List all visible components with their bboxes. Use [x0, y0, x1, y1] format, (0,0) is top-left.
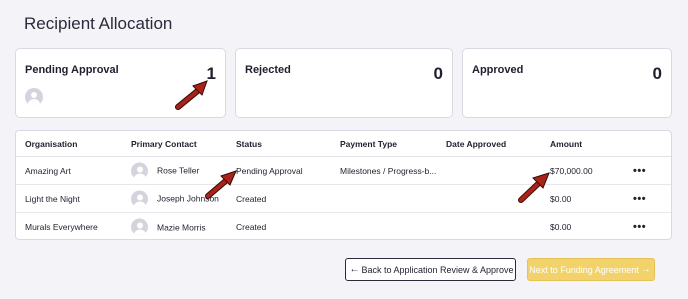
column-header-organisation[interactable]: Organisation: [25, 139, 77, 149]
contact-name: Rose Teller: [157, 165, 200, 176]
back-button-label: Back to Application Review & Approve: [361, 264, 514, 275]
avatar-icon: [131, 162, 148, 179]
back-to-review-button[interactable]: ← Back to Application Review & Approve: [345, 258, 516, 281]
avatar-icon: [131, 218, 148, 236]
card-label: Pending Approval: [25, 64, 119, 76]
column-header-status[interactable]: Status: [236, 139, 262, 149]
row-actions-menu-icon[interactable]: •••: [633, 165, 646, 177]
table-row[interactable]: Light the Night Joseph Johnson Created $…: [16, 185, 671, 213]
card-label: Rejected: [245, 64, 291, 76]
contact-cell: Joseph Johnson: [131, 190, 219, 207]
next-to-funding-agreement-button[interactable]: Next to Funding Agreement →: [527, 258, 655, 281]
contact-name: Mazie Morris: [157, 222, 206, 232]
row-actions-menu-icon[interactable]: •••: [633, 221, 646, 233]
status-cell: Created: [236, 222, 267, 232]
avatar-icon: [131, 190, 148, 207]
amount-cell: $0.00: [550, 222, 572, 232]
payment-type-cell: Milestones / Progress-b...: [340, 165, 437, 176]
card-count: 0: [433, 64, 443, 83]
next-button-label: Next to Funding Agreement: [529, 264, 639, 275]
table-row[interactable]: Amazing Art Rose Teller Pending Approval…: [16, 157, 671, 185]
column-header-primary-contact[interactable]: Primary Contact: [131, 139, 197, 149]
card-label: Approved: [472, 64, 524, 76]
arrow-right-icon: →: [640, 264, 651, 275]
column-header-amount[interactable]: Amount: [550, 139, 582, 149]
contact-cell: Rose Teller: [131, 162, 199, 179]
status-cell: Pending Approval: [236, 165, 303, 176]
recipient-table: Organisation Primary Contact Status Paym…: [15, 130, 672, 240]
card-count: 0: [652, 64, 662, 83]
column-header-payment-type[interactable]: Payment Type: [340, 139, 397, 149]
avatar-icon: [25, 88, 43, 106]
amount-cell: $70,000.00: [550, 165, 593, 176]
amount-cell: $0.00: [550, 193, 572, 204]
organisation-cell: Amazing Art: [25, 165, 71, 176]
card-count: 1: [206, 64, 216, 83]
page-title: Recipient Allocation: [24, 14, 173, 33]
approved-card[interactable]: Approved 0: [462, 48, 672, 118]
contact-name: Joseph Johnson: [157, 193, 219, 204]
arrow-left-icon: ←: [349, 264, 360, 275]
row-actions-menu-icon[interactable]: •••: [633, 193, 646, 205]
status-cell: Created: [236, 193, 267, 204]
organisation-cell: Light the Night: [25, 193, 80, 204]
table-row[interactable]: Murals Everywhere Mazie Morris Created $…: [16, 213, 671, 241]
pending-approval-card[interactable]: Pending Approval 1: [15, 48, 226, 118]
table-header: Organisation Primary Contact Status Paym…: [16, 131, 671, 157]
column-header-date-approved[interactable]: Date Approved: [446, 139, 506, 149]
contact-cell: Mazie Morris: [131, 218, 206, 236]
rejected-card[interactable]: Rejected 0: [235, 48, 453, 118]
organisation-cell: Murals Everywhere: [25, 222, 98, 232]
